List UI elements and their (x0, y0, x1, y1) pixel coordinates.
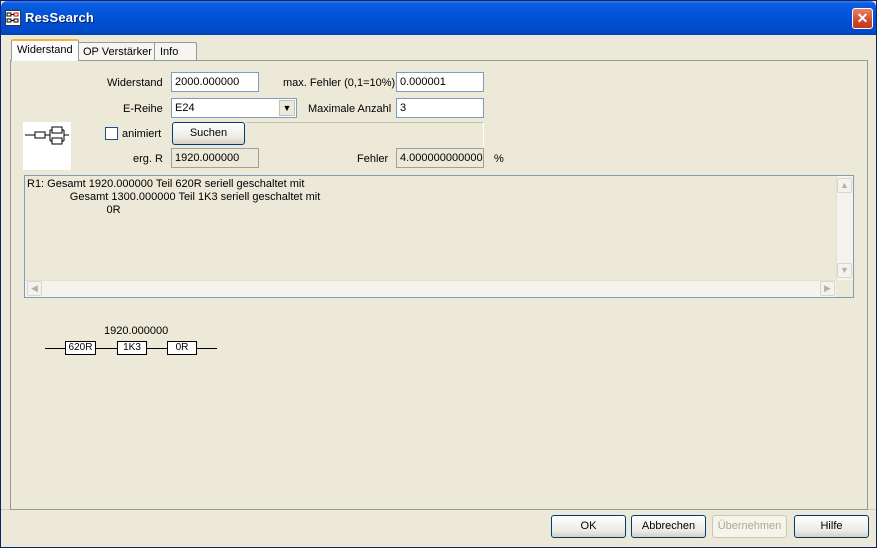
animiert-checkbox[interactable] (105, 127, 118, 140)
horizontal-scrollbar[interactable]: ◀ ▶ (25, 280, 837, 297)
suchen-button[interactable]: Suchen (172, 122, 245, 145)
animiert-label: animiert (122, 128, 162, 140)
close-button[interactable]: ✕ (852, 8, 873, 29)
widerstand-value: 2000.000000 (175, 76, 240, 88)
circuit-diagram-icon (23, 122, 71, 170)
ereihe-value: E24 (175, 102, 195, 114)
uebernehmen-label: Übernehmen (717, 520, 782, 532)
suchen-label: Suchen (189, 127, 228, 139)
tab-label: OP Verstärker (83, 46, 152, 58)
abbrechen-button[interactable]: Abbrechen (631, 515, 706, 538)
scroll-down-icon[interactable]: ▼ (837, 263, 852, 278)
ressearch-window: ResSearch ✕ Widerstand OP Verstärker Inf… (0, 0, 877, 548)
erg-r-value: 1920.000000 (175, 152, 240, 164)
vertical-scrollbar[interactable]: ▲ ▼ (836, 176, 853, 280)
fehler-value: 4.000000000000 (400, 152, 483, 164)
ok-button[interactable]: OK (551, 515, 626, 538)
percent-label: % (494, 153, 504, 165)
tab-label: Info (160, 46, 179, 58)
circuit-total-label: 1920.000000 (104, 325, 169, 337)
result-line-3: 0R (27, 204, 121, 216)
uebernehmen-button: Übernehmen (712, 515, 787, 538)
hilfe-label: Hilfe (820, 520, 843, 532)
abbrechen-label: Abbrechen (641, 520, 696, 532)
resistor-0r: 0R (167, 341, 197, 355)
scrollbar-corner (836, 280, 853, 297)
result-line-2: Gesamt 1300.000000 Teil 1K3 seriell gesc… (27, 191, 321, 203)
result-text: R1: Gesamt 1920.000000 Teil 620R seriell… (27, 178, 320, 217)
ok-label: OK (580, 520, 597, 532)
chevron-down-icon[interactable]: ▼ (279, 100, 295, 116)
max-anzahl-label: Maximale Anzahl (308, 103, 392, 115)
result-line-1: R1: Gesamt 1920.000000 Teil 620R seriell… (27, 178, 305, 190)
result-memo[interactable]: R1: Gesamt 1920.000000 Teil 620R seriell… (24, 175, 854, 298)
resistor-620r: 620R (65, 341, 96, 355)
scroll-right-icon[interactable]: ▶ (820, 281, 835, 296)
scroll-left-icon[interactable]: ◀ (27, 281, 42, 296)
resistor-label: 620R (68, 342, 93, 353)
tab-op-verstaerker[interactable]: OP Verstärker (77, 42, 158, 62)
scroll-up-icon[interactable]: ▲ (837, 178, 852, 193)
fehler-label: Fehler (357, 153, 389, 165)
max-anzahl-value: 3 (400, 102, 407, 114)
fehler-field: 4.000000000000 (396, 148, 484, 168)
max-fehler-value: 0.000001 (400, 76, 446, 88)
max-anzahl-input[interactable]: 3 (396, 98, 484, 118)
tab-label: Widerstand (17, 44, 73, 56)
app-icon[interactable] (5, 10, 21, 26)
resistor-label: 1K3 (123, 342, 141, 353)
hilfe-button[interactable]: Hilfe (794, 515, 869, 538)
max-fehler-label: max. Fehler (0,1=10%) (283, 77, 396, 89)
resistor-label: 0R (175, 342, 189, 353)
erg-r-label: erg. R (133, 153, 163, 165)
widerstand-label: Widerstand (107, 77, 163, 89)
ereihe-select[interactable]: E24 ▼ (171, 98, 297, 118)
title-bar[interactable]: ResSearch ✕ (1, 1, 876, 35)
status-panel (246, 122, 484, 146)
resistor-1k3: 1K3 (117, 341, 147, 355)
window-title: ResSearch (25, 10, 95, 25)
ereihe-label: E-Reihe (123, 103, 163, 115)
tab-info[interactable]: Info (154, 42, 197, 62)
close-icon: ✕ (856, 10, 869, 26)
tab-widerstand[interactable]: Widerstand (11, 39, 79, 61)
widerstand-input[interactable]: 2000.000000 (171, 72, 259, 92)
erg-r-field: 1920.000000 (171, 148, 259, 168)
max-fehler-input[interactable]: 0.000001 (396, 72, 484, 92)
